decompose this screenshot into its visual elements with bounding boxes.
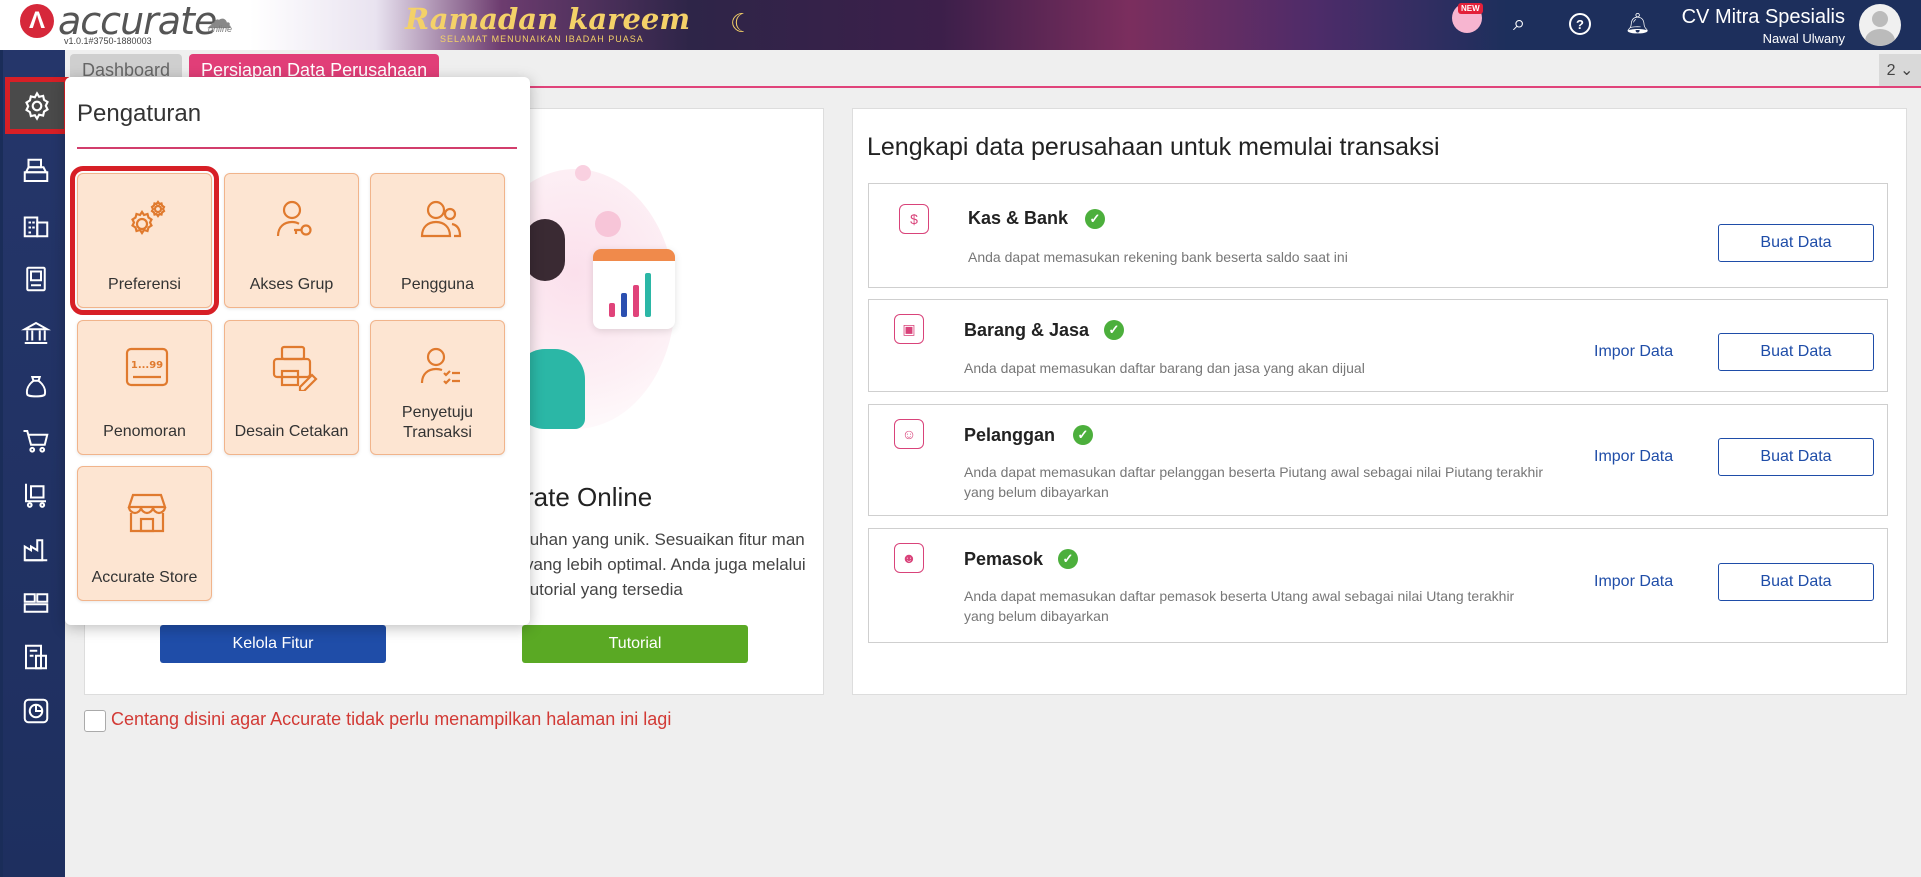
tile-akses-grup[interactable]: Akses Grup (224, 173, 359, 308)
printer-edit-icon (272, 345, 318, 391)
row-description: Anda dapat memasukan daftar pelanggan be… (964, 464, 1544, 500)
illustration-person (525, 219, 565, 281)
check-icon: ✓ (1085, 209, 1105, 229)
user-approval-icon (420, 347, 460, 385)
buat-data-button[interactable]: Buat Data (1718, 333, 1874, 371)
logo-online: online (208, 24, 233, 34)
help-icon[interactable]: ? (1569, 13, 1591, 35)
tile-preferensi[interactable]: Preferensi (70, 166, 219, 315)
popup-divider (77, 147, 517, 149)
crescent-moon-icon: ☾ (730, 8, 754, 38)
numbering-icon: 1...99 (125, 347, 169, 387)
setup-title: Lengkapi data perusahaan untuk memulai t… (867, 133, 1440, 161)
company-icon[interactable] (15, 204, 57, 246)
tile-penyetuju-transaksi[interactable]: Penyetuju Transaksi (370, 320, 505, 455)
company-name: CV Mitra Spesialis (1681, 6, 1845, 28)
tutorial-button[interactable]: Tutorial (522, 625, 748, 663)
logo[interactable]: Λ accurate ☁ online v1.0.1#3750-1880003 (0, 0, 250, 50)
bell-icon[interactable]: 🔔︎ (1625, 11, 1650, 36)
check-icon: ✓ (1058, 549, 1078, 569)
new-badge: NEW (1458, 3, 1483, 14)
tile-accurate-store[interactable]: Accurate Store (77, 466, 212, 601)
tile-label: Akses Grup (249, 276, 334, 293)
banner-title: Ramadan kareem (405, 2, 691, 36)
sidebar (0, 50, 69, 877)
tile-label: Preferensi (108, 276, 181, 293)
cart-icon[interactable] (15, 420, 57, 462)
tile-desain-cetakan[interactable]: Desain Cetakan (224, 320, 359, 455)
buat-data-button[interactable]: Buat Data (1718, 224, 1874, 262)
tile-label: Penomoran (103, 423, 186, 440)
tax-doc-icon[interactable] (15, 636, 57, 678)
impor-data-button[interactable]: Impor Data (1594, 448, 1673, 466)
logo-text: accurate (58, 0, 217, 43)
banner-subtitle: SELAMAT MENUNAIKAN IBADAH PUASA (440, 34, 644, 44)
users-icon (420, 200, 462, 238)
company-info[interactable]: CV Mitra Spesialis Nawal Ulwany (1682, 6, 1845, 46)
delivery-cart-icon[interactable] (15, 474, 57, 516)
setup-row-pemasok: ☻ Pemasok ✓ Anda dapat memasukan daftar … (868, 528, 1888, 643)
kelola-fitur-button[interactable]: Kelola Fitur (160, 625, 386, 663)
setup-row-barang-jasa: ▣ Barang & Jasa ✓ Anda dapat memasukan d… (868, 299, 1888, 392)
popup-title: Pengaturan (77, 100, 202, 127)
gears-icon (131, 200, 166, 235)
row-title: Kas & Bank (968, 208, 1069, 228)
row-title: Pemasok (964, 549, 1044, 569)
setup-card: Lengkapi data perusahaan untuk memulai t… (852, 108, 1907, 695)
version-label: v1.0.1#3750-1880003 (64, 36, 152, 46)
check-icon: ✓ (1104, 320, 1124, 340)
setup-row-kas-bank: $ Kas & Bank ✓ Anda dapat memasukan reke… (868, 183, 1888, 288)
svg-text:1...99: 1...99 (131, 360, 163, 371)
check-icon: ✓ (1073, 425, 1093, 445)
row-title: Barang & Jasa (964, 320, 1090, 340)
tile-label: Desain Cetakan (234, 423, 349, 440)
impor-data-button[interactable]: Impor Data (1594, 573, 1673, 591)
row-description: Anda dapat memasukan daftar barang dan j… (964, 360, 1365, 376)
tile-label: Pengguna (401, 276, 474, 293)
inventory-icon[interactable] (15, 582, 57, 624)
settings-icon[interactable] (5, 77, 69, 134)
row-description: Anda dapat memasukan daftar pemasok bese… (964, 588, 1515, 624)
tile-penomoran[interactable]: 1...99 Penomoran (77, 320, 212, 455)
row-description: Anda dapat memasukan rekening bank beser… (968, 249, 1348, 265)
hide-page-checkbox-label[interactable]: Centang disini agar Accurate tidak perlu… (111, 709, 671, 730)
impor-data-button[interactable]: Impor Data (1594, 343, 1673, 361)
avatar[interactable] (1859, 4, 1901, 46)
hide-page-checkbox[interactable] (84, 710, 106, 732)
cash-bag-icon: $ (899, 204, 929, 234)
factory-icon[interactable] (15, 528, 57, 570)
tab-count-dropdown[interactable]: 2 ⌄ (1879, 54, 1921, 86)
bank-icon[interactable] (15, 312, 57, 354)
ledger-icon[interactable] (15, 258, 57, 300)
report-chart-icon[interactable] (15, 690, 57, 732)
search-icon[interactable]: ⌕ (1513, 10, 1525, 36)
tile-label: Penyetuju Transaksi (401, 404, 474, 441)
customer-icon: ☺ (894, 419, 924, 449)
accurate-logo-icon: Λ (20, 4, 54, 38)
supplier-icon: ☻ (894, 543, 924, 573)
user-name: Nawal Ulwany (1762, 31, 1845, 46)
setup-row-pelanggan: ☺ Pelanggan ✓ Anda dapat memasukan dafta… (868, 404, 1888, 516)
welcome-title: rate Online (525, 482, 653, 512)
row-title: Pelanggan (964, 425, 1056, 445)
tile-label: Accurate Store (91, 569, 198, 586)
illustration-chart-icon (593, 249, 675, 329)
tile-pengguna[interactable]: Pengguna (370, 173, 505, 308)
welcome-description: tuhan yang unik. Sesuaikan fitur man yan… (525, 530, 806, 599)
store-icon (127, 493, 167, 533)
ramadan-banner: Ramadan kareem SELAMAT MENUNAIKAN IBADAH… (250, 0, 1506, 50)
cashier-icon[interactable] (15, 150, 57, 192)
buat-data-button[interactable]: Buat Data (1718, 438, 1874, 476)
buat-data-button[interactable]: Buat Data (1718, 563, 1874, 601)
user-key-icon (276, 200, 312, 237)
tax-bag-icon[interactable] (15, 366, 57, 408)
settings-popup: Pengaturan Preferensi Akses Grup Penggun… (65, 77, 530, 625)
box-icon: ▣ (894, 314, 924, 344)
top-bar: Λ accurate ☁ online v1.0.1#3750-1880003 … (0, 0, 1921, 50)
